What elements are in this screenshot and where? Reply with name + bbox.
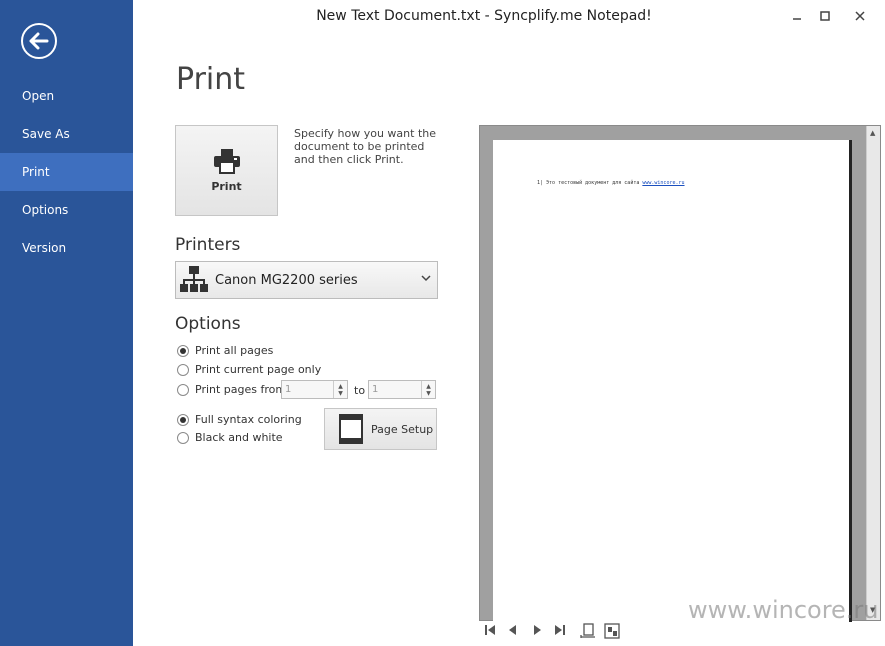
title-bar: New Text Document.txt - Syncplify.me Not… (133, 0, 885, 34)
preview-page: 1| Это тестовый документ для сайта www.w… (493, 140, 849, 622)
print-description: Specify how you want the document to be … (294, 127, 436, 166)
minimize-icon (793, 18, 801, 20)
window-title: New Text Document.txt - Syncplify.me Not… (316, 8, 652, 24)
sidebar-item-version[interactable]: Version (0, 229, 133, 267)
radio-full-syntax-coloring[interactable]: Full syntax coloring (177, 413, 302, 426)
sidebar-item-save-as[interactable]: Save As (0, 115, 133, 153)
sidebar-item-open[interactable]: Open (0, 77, 133, 115)
sidebar-item-print[interactable]: Print (0, 153, 133, 191)
radio-button[interactable] (177, 363, 189, 376)
minimize-button[interactable] (785, 6, 809, 26)
print-button[interactable]: Print (175, 125, 278, 216)
radio-print-all-pages[interactable]: Print all pages (177, 344, 273, 357)
sidebar-item-options[interactable]: Options (0, 191, 133, 229)
radio-print-pages-from[interactable]: Print pages from (177, 383, 286, 396)
radio-button[interactable] (177, 413, 189, 426)
multi-page-view-icon[interactable] (604, 623, 620, 639)
to-label: to (354, 384, 366, 397)
network-printer-icon (180, 266, 208, 292)
backstage-sidebar: Open Save As Print Options Version (0, 0, 133, 646)
first-page-icon[interactable] (484, 623, 496, 637)
page-setup-button[interactable]: Page Setup (324, 408, 437, 450)
chevron-down-icon (421, 275, 431, 282)
radio-print-current-page[interactable]: Print current page only (177, 363, 321, 376)
to-page-stepper[interactable]: 1 ▲ ▼ (368, 380, 436, 399)
radio-black-and-white[interactable]: Black and white (177, 431, 283, 444)
radio-button[interactable] (177, 431, 189, 444)
page-setup-icon (339, 414, 363, 444)
maximize-button[interactable] (813, 6, 837, 26)
selected-printer: Canon MG2200 series (215, 272, 358, 288)
from-page-stepper[interactable]: 1 ▲ ▼ (281, 380, 348, 399)
close-button[interactable] (848, 6, 872, 26)
page-title: Print (176, 62, 246, 97)
printer-icon (213, 149, 240, 174)
stepper-arrows[interactable]: ▲ ▼ (333, 381, 347, 398)
options-heading: Options (175, 314, 241, 334)
arrow-left-icon (29, 32, 49, 50)
single-page-view-icon[interactable] (580, 623, 596, 639)
stepper-arrows[interactable]: ▲ ▼ (421, 381, 435, 398)
printer-select[interactable]: Canon MG2200 series (175, 261, 438, 299)
maximize-icon (820, 11, 830, 21)
print-button-label: Print (211, 180, 242, 193)
page-setup-label: Page Setup (371, 422, 434, 436)
radio-button[interactable] (177, 383, 189, 396)
preview-scrollbar[interactable]: ▲ ▼ (866, 126, 880, 620)
last-page-icon[interactable] (554, 623, 566, 637)
next-page-icon[interactable] (531, 623, 543, 637)
close-icon (855, 11, 865, 21)
preview-text: 1| Это тестовый документ для сайта www.w… (537, 180, 685, 186)
back-button[interactable] (21, 23, 57, 59)
radio-button[interactable] (177, 344, 189, 357)
previous-page-icon[interactable] (507, 623, 519, 637)
printers-heading: Printers (175, 235, 241, 255)
watermark: www.wincore.ru (688, 596, 879, 624)
print-preview: 1| Это тестовый документ для сайта www.w… (479, 125, 881, 622)
scroll-up-icon[interactable]: ▲ (870, 129, 875, 137)
